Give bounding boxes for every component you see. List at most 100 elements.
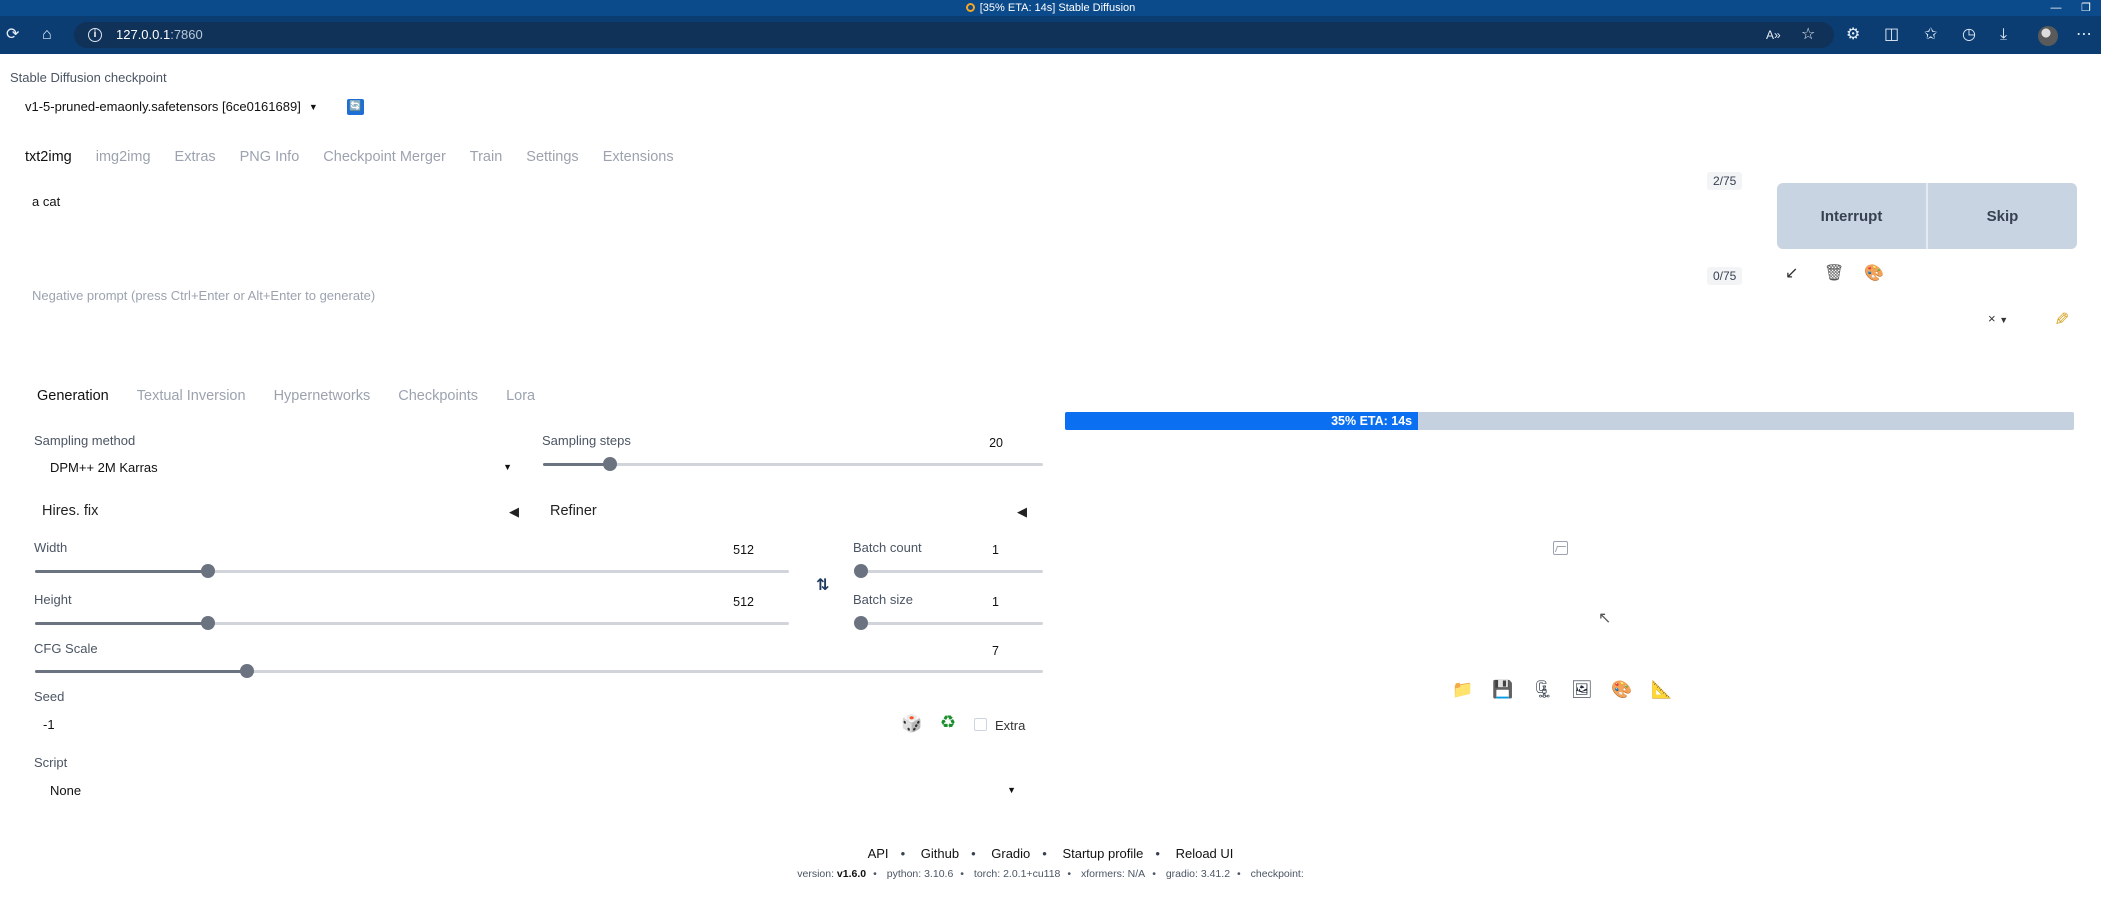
- sampling-method-value: DPM++ 2M Karras: [50, 460, 158, 475]
- height-value[interactable]: 512: [714, 595, 754, 609]
- hires-fix-accordion[interactable]: Hires. fix: [42, 503, 98, 519]
- tab-extras[interactable]: Extras: [175, 149, 216, 165]
- prompt-text: a cat: [32, 194, 61, 209]
- styles-dropdown[interactable]: × ▼: [1988, 311, 2008, 326]
- script-dropdown[interactable]: None ▼: [50, 783, 1016, 798]
- checkpoint-dropdown[interactable]: v1-5-pruned-emaonly.safetensors [6ce0161…: [25, 99, 318, 114]
- favorite-star-icon[interactable]: ☆: [1801, 26, 1815, 44]
- slider-handle[interactable]: [602, 457, 617, 471]
- sampling-method-label: Sampling method: [34, 433, 136, 448]
- downloads-icon[interactable]: ⤓: [2000, 26, 2007, 44]
- sampling-method-dropdown[interactable]: DPM++ 2M Karras ▼: [34, 460, 512, 475]
- footer-link-startup-profile[interactable]: Startup profile: [1062, 846, 1143, 861]
- extra-networks-tabs: Generation Textual Inversion Hypernetwor…: [37, 388, 563, 404]
- batch-count-label: Batch count: [853, 540, 922, 555]
- seed-input[interactable]: -1: [43, 717, 55, 732]
- footer-link-gradio[interactable]: Gradio: [991, 846, 1030, 861]
- footer-link-api[interactable]: API: [868, 846, 889, 861]
- home-icon[interactable]: ⌂: [42, 26, 52, 44]
- trash-icon[interactable]: 🗑: [1824, 265, 1844, 283]
- swap-dimensions-icon[interactable]: ⇅: [816, 575, 829, 595]
- site-info-icon[interactable]: i: [88, 28, 102, 42]
- footer-link-reload-ui[interactable]: Reload UI: [1176, 846, 1234, 861]
- sampling-steps-value[interactable]: 20: [963, 436, 1003, 450]
- cfg-scale-slider[interactable]: [35, 664, 1043, 678]
- batch-count-slider[interactable]: [854, 564, 1043, 578]
- seed-label: Seed: [34, 689, 65, 704]
- minimize-button[interactable]: —: [2041, 0, 2071, 16]
- collapse-triangle-icon[interactable]: ◀: [509, 504, 519, 520]
- reuse-seed-recycle-icon[interactable]: ♻: [940, 712, 956, 733]
- footer-link-github[interactable]: Github: [921, 846, 959, 861]
- send-to-inpaint-icon[interactable]: 🎨: [1611, 680, 1632, 700]
- tab-generation[interactable]: Generation: [37, 388, 109, 404]
- slider-handle[interactable]: [854, 616, 868, 630]
- browser-toolbar: ⟳ ⌂ i 127.0.0.1:7860 A» ☆ ⚙ ◫ ✩ ◷ ⤓ ⋯: [0, 16, 2101, 54]
- save-icon[interactable]: 💾: [1492, 680, 1513, 700]
- profile-avatar[interactable]: [2038, 26, 2058, 46]
- refiner-accordion[interactable]: Refiner: [550, 503, 597, 519]
- generate-controls: Interrupt Skip: [1777, 183, 2077, 249]
- history-icon[interactable]: ◷: [1962, 26, 1976, 44]
- tab-img2img[interactable]: img2img: [96, 149, 151, 165]
- slider-handle[interactable]: [239, 664, 254, 678]
- checkpoint-label: Stable Diffusion checkpoint: [10, 70, 167, 85]
- tab-checkpoint-merger[interactable]: Checkpoint Merger: [323, 149, 446, 165]
- send-to-img2img-icon[interactable]: 🖼: [1571, 680, 1593, 700]
- tab-lora[interactable]: Lora: [506, 388, 535, 404]
- reload-icon[interactable]: ⟳: [6, 26, 19, 44]
- send-to-extras-icon[interactable]: 📐: [1651, 680, 1672, 700]
- height-slider[interactable]: [35, 616, 789, 630]
- chevron-down-icon: ▼: [1007, 785, 1016, 795]
- tab-png-info[interactable]: PNG Info: [240, 149, 300, 165]
- tab-txt2img[interactable]: txt2img: [25, 149, 72, 165]
- skip-button[interactable]: Skip: [1928, 183, 2077, 249]
- zip-icon[interactable]: 🗜: [1532, 680, 1554, 700]
- width-slider[interactable]: [35, 564, 789, 578]
- prompt-token-counter: 2/75: [1707, 172, 1743, 190]
- cfg-scale-value[interactable]: 7: [959, 644, 999, 658]
- tab-checkpoints[interactable]: Checkpoints: [398, 388, 478, 404]
- interrupt-button[interactable]: Interrupt: [1777, 183, 1928, 249]
- checkpoint-value: v1-5-pruned-emaonly.safetensors [6ce0161…: [25, 99, 301, 114]
- mouse-cursor-icon: ↖: [1598, 610, 1612, 627]
- extra-seed-label: Extra: [995, 718, 1026, 733]
- paste-arrow-icon[interactable]: ↙: [1785, 265, 1798, 283]
- address-bar[interactable]: i 127.0.0.1:7860: [74, 22, 1834, 48]
- footer-links: API • Github • Gradio • Startup profile • Re…: [867, 846, 1234, 861]
- slider-handle[interactable]: [201, 564, 216, 578]
- main-tabs: txt2img img2img Extras PNG Info Checkpoi…: [25, 149, 698, 165]
- height-label: Height: [34, 592, 72, 607]
- tab-textual-inversion[interactable]: Textual Inversion: [137, 388, 246, 404]
- window-title-bar: [35% ETA: 14s] Stable Diffusion — ❐: [0, 0, 2101, 16]
- chevron-down-icon: ▼: [1999, 315, 2009, 325]
- clear-styles-icon[interactable]: ×: [1988, 311, 1996, 326]
- batch-size-slider[interactable]: [854, 616, 1043, 630]
- tab-train[interactable]: Train: [470, 149, 503, 165]
- tab-settings[interactable]: Settings: [526, 149, 578, 165]
- split-screen-icon[interactable]: ◫: [1884, 26, 1899, 44]
- slider-handle[interactable]: [854, 564, 868, 578]
- prompt-textarea[interactable]: [22, 180, 1752, 255]
- width-value[interactable]: 512: [714, 543, 754, 557]
- edit-styles-pencil-icon[interactable]: ✎: [2050, 311, 2071, 326]
- script-value: None: [50, 783, 82, 798]
- favorites-icon[interactable]: ✩: [1924, 26, 1937, 44]
- batch-size-value[interactable]: 1: [959, 595, 999, 609]
- restore-button[interactable]: ❐: [2071, 0, 2101, 16]
- extensions-icon[interactable]: ⚙: [1846, 26, 1860, 44]
- batch-count-value[interactable]: 1: [959, 543, 999, 557]
- collapse-triangle-icon[interactable]: ◀: [1017, 504, 1027, 520]
- negative-prompt-textarea[interactable]: Negative prompt (press Ctrl+Enter or Alt…: [32, 288, 375, 303]
- open-folder-icon[interactable]: 📁: [1452, 680, 1473, 700]
- tab-hypernetworks[interactable]: Hypernetworks: [274, 388, 371, 404]
- extra-seed-checkbox[interactable]: [974, 718, 987, 731]
- slider-handle[interactable]: [201, 616, 216, 630]
- more-menu-icon[interactable]: ⋯: [2076, 26, 2092, 44]
- tab-extensions[interactable]: Extensions: [603, 149, 674, 165]
- read-aloud-icon[interactable]: A»: [1766, 26, 1781, 44]
- refresh-checkpoint-button[interactable]: 🔄: [347, 99, 364, 115]
- style-icon[interactable]: 🎨: [1864, 265, 1884, 283]
- random-seed-dice-icon[interactable]: 🎲: [901, 714, 922, 734]
- sampling-steps-slider[interactable]: [543, 457, 1043, 471]
